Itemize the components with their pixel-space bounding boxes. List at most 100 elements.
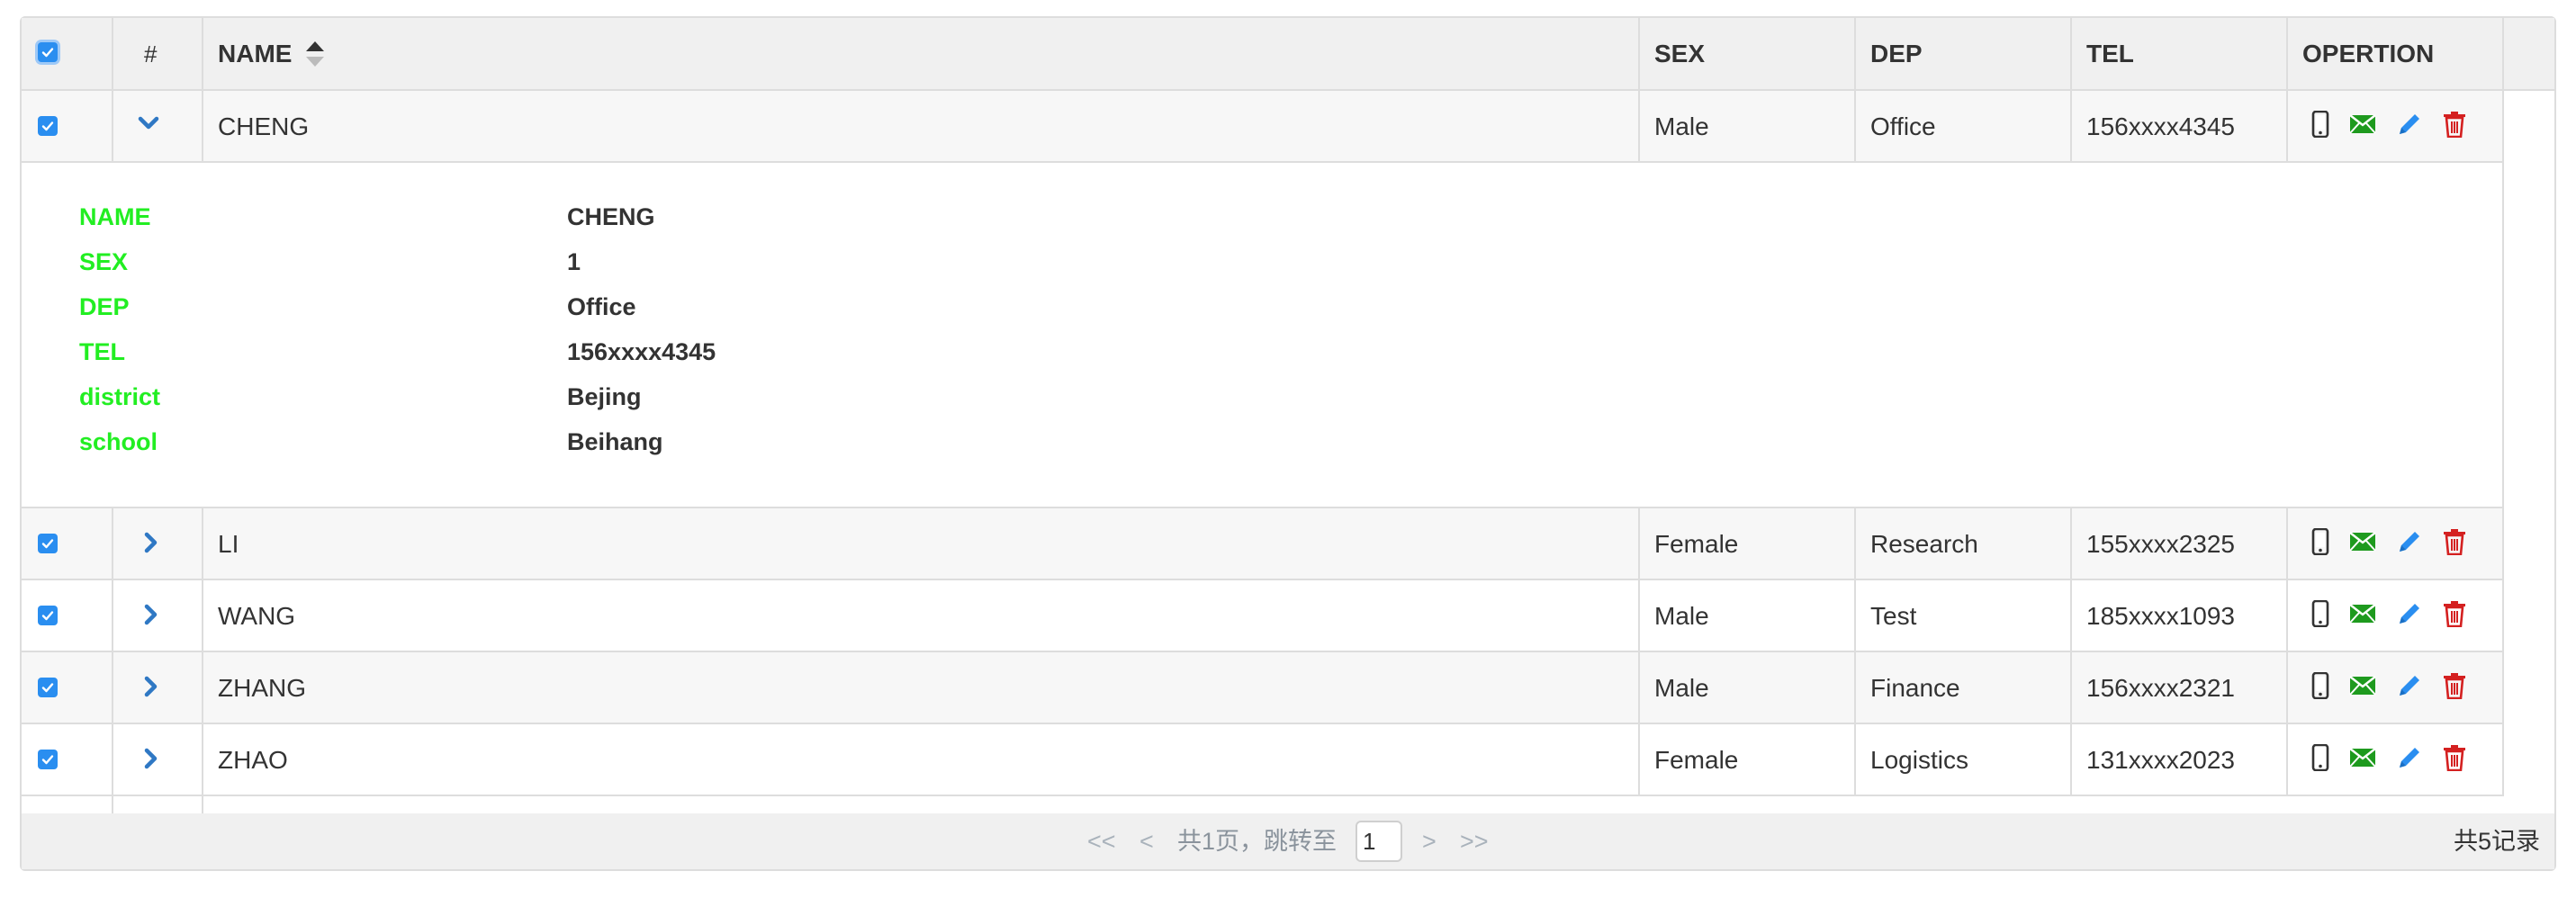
divider bbox=[22, 507, 2504, 508]
mail-icon[interactable] bbox=[2349, 531, 2376, 552]
mail-icon[interactable] bbox=[2349, 675, 2376, 696]
divider bbox=[1638, 507, 1640, 795]
row-checkbox[interactable] bbox=[38, 750, 58, 769]
chevron-right-icon[interactable] bbox=[139, 747, 162, 770]
detail-panel bbox=[22, 162, 2504, 507]
row-checkbox[interactable] bbox=[38, 678, 58, 697]
detail-label: DEP bbox=[79, 293, 130, 320]
row-operations bbox=[2311, 600, 2466, 627]
prev-page-button[interactable]: < bbox=[1139, 813, 1154, 869]
mail-icon[interactable] bbox=[2349, 603, 2376, 624]
divider bbox=[2286, 507, 2288, 795]
divider bbox=[2070, 507, 2072, 795]
column-header-name[interactable]: NAME bbox=[218, 18, 326, 90]
chevron-right-icon[interactable] bbox=[139, 531, 162, 554]
edit-icon[interactable] bbox=[2396, 744, 2423, 771]
delete-icon[interactable] bbox=[2443, 672, 2466, 699]
edit-icon[interactable] bbox=[2396, 672, 2423, 699]
cell-tel: 156xxxx4345 bbox=[2086, 112, 2236, 140]
divider bbox=[2502, 18, 2504, 162]
divider bbox=[1854, 18, 1856, 162]
mail-icon[interactable] bbox=[2349, 113, 2376, 135]
select-all-checkbox[interactable] bbox=[38, 42, 58, 62]
cell-tel: 185xxxx1093 bbox=[2086, 602, 2236, 630]
delete-icon[interactable] bbox=[2443, 111, 2466, 138]
detail-value: 156xxxx4345 bbox=[567, 338, 716, 365]
divider bbox=[22, 651, 2504, 652]
cell-dep: Research bbox=[1870, 530, 1978, 558]
detail-value: CHENG bbox=[567, 203, 655, 230]
edit-icon[interactable] bbox=[2396, 600, 2423, 627]
mail-icon[interactable] bbox=[2349, 747, 2376, 768]
row-operations bbox=[2311, 528, 2466, 555]
divider bbox=[112, 507, 113, 813]
chevron-down-icon[interactable] bbox=[137, 112, 160, 135]
cell-name: ZHANG bbox=[218, 674, 306, 702]
last-page-button[interactable]: >> bbox=[1460, 813, 1489, 869]
checkmark-icon bbox=[41, 611, 54, 621]
cell-dep: Logistics bbox=[1870, 746, 1968, 774]
sort-up-down-icon[interactable] bbox=[304, 39, 326, 69]
divider bbox=[22, 89, 2554, 91]
phone-icon[interactable] bbox=[2311, 744, 2329, 771]
cell-sex: Female bbox=[1654, 746, 1739, 774]
detail-label: TEL bbox=[79, 338, 125, 365]
cell-tel: 155xxxx2325 bbox=[2086, 530, 2236, 558]
row-operations bbox=[2311, 672, 2466, 699]
divider bbox=[2502, 162, 2504, 507]
detail-label: SEX bbox=[79, 248, 129, 275]
row-checkbox[interactable] bbox=[38, 534, 58, 553]
divider bbox=[2502, 507, 2504, 795]
divider bbox=[112, 18, 113, 162]
cell-tel: 156xxxx2321 bbox=[2086, 674, 2236, 702]
cell-name: CHENG bbox=[218, 112, 310, 140]
cell-sex: Female bbox=[1654, 530, 1739, 558]
delete-icon[interactable] bbox=[2443, 600, 2466, 627]
divider bbox=[1638, 18, 1640, 162]
phone-icon[interactable] bbox=[2311, 672, 2329, 699]
chevron-right-icon[interactable] bbox=[139, 603, 162, 626]
cell-tel: 131xxxx2023 bbox=[2086, 746, 2236, 774]
checkmark-icon bbox=[41, 755, 54, 765]
phone-icon[interactable] bbox=[2311, 111, 2329, 138]
detail-value: Bejing bbox=[567, 383, 642, 410]
phone-icon[interactable] bbox=[2311, 600, 2329, 627]
checkmark-icon bbox=[41, 121, 54, 131]
column-header-operation: OPERTION bbox=[2302, 40, 2435, 67]
column-header-name-label: NAME bbox=[218, 40, 293, 67]
data-table-panel: # NAME SEX DEP TEL OPERTION CHENG Male O… bbox=[20, 16, 2556, 871]
edit-icon[interactable] bbox=[2396, 528, 2423, 555]
row-checkbox[interactable] bbox=[38, 116, 58, 136]
chevron-right-icon[interactable] bbox=[139, 675, 162, 698]
row-operations bbox=[2311, 744, 2466, 771]
row-checkbox[interactable] bbox=[38, 606, 58, 625]
checkmark-icon bbox=[41, 539, 54, 549]
column-header-index: # bbox=[144, 40, 158, 67]
cell-name: LI bbox=[218, 530, 239, 558]
divider bbox=[22, 161, 2504, 163]
pagination-bar: << < 共1页，跳转至 > >> 共5记录 bbox=[22, 813, 2554, 869]
detail-value: 1 bbox=[567, 248, 581, 275]
detail-label: NAME bbox=[79, 203, 151, 230]
checkmark-icon bbox=[41, 683, 54, 693]
cell-sex: Male bbox=[1654, 112, 1709, 140]
column-header-sex: SEX bbox=[1654, 40, 1706, 67]
divider bbox=[22, 579, 2504, 580]
divider bbox=[22, 795, 2504, 796]
delete-icon[interactable] bbox=[2443, 744, 2466, 771]
cell-sex: Male bbox=[1654, 602, 1709, 630]
divider bbox=[2286, 18, 2288, 162]
cell-dep: Office bbox=[1870, 112, 1936, 140]
divider bbox=[202, 507, 203, 813]
first-page-button[interactable]: << bbox=[1087, 813, 1116, 869]
column-header-tel: TEL bbox=[2086, 40, 2134, 67]
detail-label: district bbox=[79, 383, 161, 410]
column-header-dep: DEP bbox=[1870, 40, 1923, 67]
checkmark-icon bbox=[41, 48, 54, 58]
next-page-button[interactable]: > bbox=[1422, 813, 1437, 869]
phone-icon[interactable] bbox=[2311, 528, 2329, 555]
edit-icon[interactable] bbox=[2396, 111, 2423, 138]
table-header bbox=[22, 18, 2554, 90]
page-jump-input[interactable] bbox=[1356, 821, 1402, 862]
delete-icon[interactable] bbox=[2443, 528, 2466, 555]
